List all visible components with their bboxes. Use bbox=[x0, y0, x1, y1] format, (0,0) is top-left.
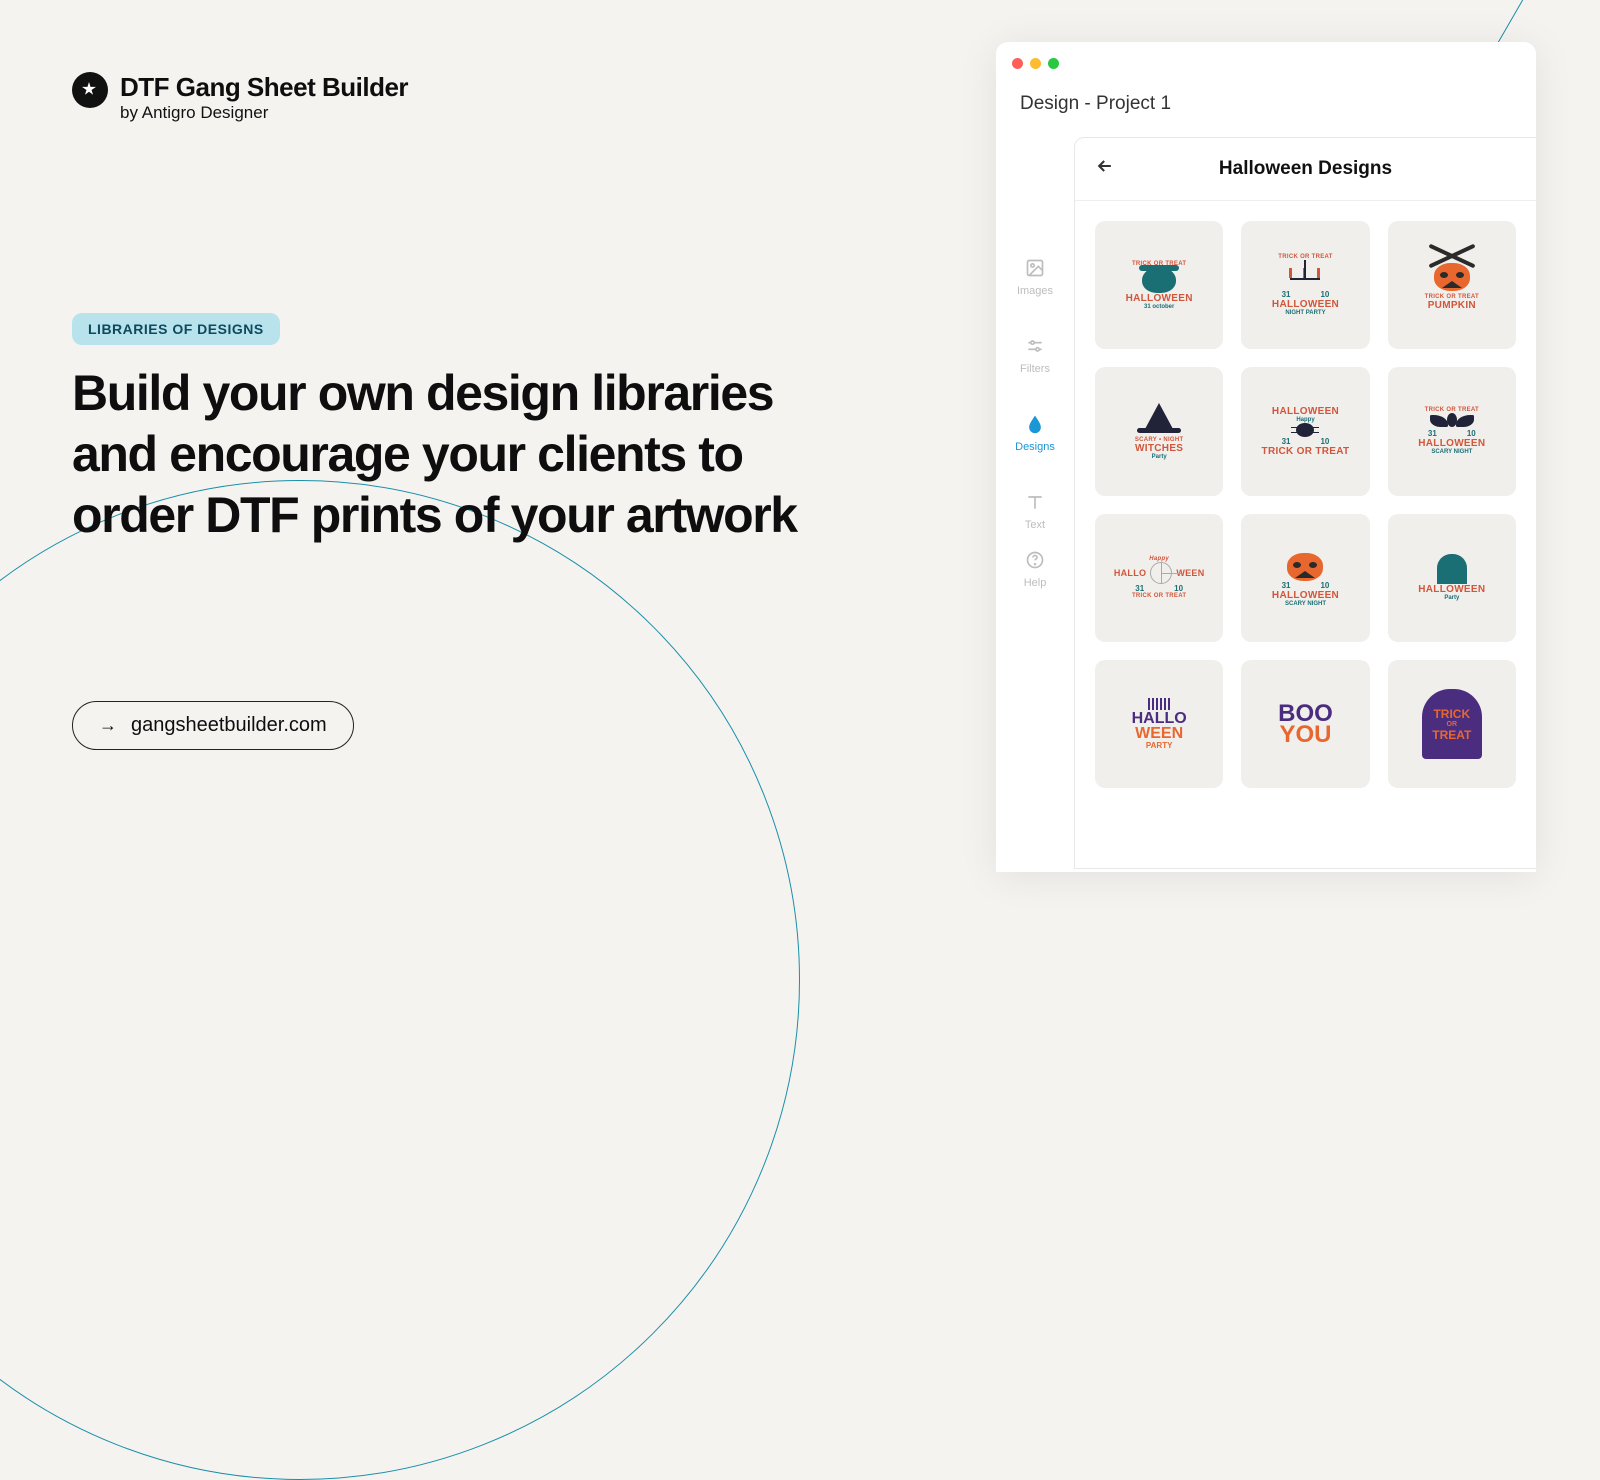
sidebar-label: Filters bbox=[1020, 363, 1050, 375]
text-icon bbox=[1024, 491, 1046, 513]
arrow-right-icon: → bbox=[99, 715, 117, 736]
design-tile[interactable]: TRICK OR TREAT PUMPKIN bbox=[1388, 221, 1516, 349]
sidebar-label: Help bbox=[1024, 577, 1047, 589]
design-tile[interactable]: SCARY • NIGHT WITCHES Party bbox=[1095, 367, 1223, 495]
tile-sub-text: 31 october bbox=[1144, 304, 1174, 310]
website-link[interactable]: → gangsheetbuilder.com bbox=[72, 701, 354, 750]
tile-text-line: OR bbox=[1432, 721, 1471, 728]
tile-main-text: HALLOWEEN bbox=[1272, 299, 1339, 310]
feature-badge: LIBRARIES OF DESIGNS bbox=[72, 313, 280, 345]
tile-main-text: HALLOWEEN bbox=[1272, 590, 1339, 601]
tile-main-text: HALLOWEEN bbox=[1418, 438, 1485, 449]
pumpkin-icon bbox=[1287, 553, 1323, 581]
brand-header: DTF Gang Sheet Builder by Antigro Design… bbox=[72, 72, 852, 123]
brand-subtitle: by Antigro Designer bbox=[120, 103, 408, 123]
design-tile[interactable]: HALLOWEEN Party bbox=[1388, 514, 1516, 642]
decorative-circle bbox=[0, 480, 800, 1480]
design-tile[interactable]: Happy HALLO WEEN 3110 TRICK OR TREAT bbox=[1095, 514, 1223, 642]
tile-sub-text: Party bbox=[1444, 595, 1459, 601]
sidebar-item-filters[interactable]: Filters bbox=[1020, 335, 1050, 375]
design-tile[interactable]: TRICK OR TREAT 3110 HALLOWEEN SCARY NIGH… bbox=[1388, 367, 1516, 495]
help-icon bbox=[1024, 549, 1046, 571]
design-tile[interactable]: HALLOWEEN Happy 3110 TRICK OR TREAT bbox=[1241, 367, 1369, 495]
arch-icon: TRICK OR TREAT bbox=[1422, 689, 1482, 759]
sliders-icon bbox=[1024, 335, 1046, 357]
tile-dates: 3110 bbox=[1282, 290, 1330, 299]
headline: Build your own design libraries and enco… bbox=[72, 363, 852, 546]
sidebar-label: Images bbox=[1017, 285, 1053, 297]
tile-sub-text: NIGHT PARTY bbox=[1285, 310, 1325, 316]
tombstone-icon bbox=[1437, 554, 1467, 584]
tile-dates: 3110 bbox=[1282, 437, 1330, 446]
sidebar-item-text[interactable]: Text bbox=[1024, 491, 1046, 531]
witch-hat-icon bbox=[1145, 403, 1173, 429]
panel-title: Halloween Designs bbox=[1219, 158, 1392, 180]
web-icon bbox=[1150, 562, 1172, 584]
tile-sub-text: Party bbox=[1152, 454, 1167, 460]
tile-main-text: PUMPKIN bbox=[1428, 300, 1476, 311]
sidebar-label: Designs bbox=[1015, 441, 1055, 453]
tile-dates: 3110 bbox=[1428, 429, 1476, 438]
design-tile[interactable]: TRICK OR TREAT 3110 HALLOWEEN NIGHT PART… bbox=[1241, 221, 1369, 349]
tile-text-line: YOU bbox=[1279, 721, 1331, 748]
tile-sub-text: SCARY NIGHT bbox=[1431, 449, 1472, 455]
design-tile[interactable]: 3110 HALLOWEEN SCARY NIGHT bbox=[1241, 514, 1369, 642]
tile-sub-text: PARTY bbox=[1146, 741, 1173, 750]
sidebar-label: Text bbox=[1025, 519, 1045, 531]
tile-main-text: HALLOWEEN bbox=[1418, 584, 1485, 595]
window-title: Design - Project 1 bbox=[996, 79, 1536, 137]
designs-panel: Halloween Designs TRICK OR TREAT HALLOWE… bbox=[1074, 137, 1536, 869]
droplet-icon bbox=[1024, 413, 1046, 435]
design-tile[interactable]: TRICK OR TREAT bbox=[1388, 660, 1516, 788]
sidebar-item-designs[interactable]: Designs bbox=[1015, 413, 1055, 453]
sidebar: Images Filters Designs Text bbox=[996, 137, 1074, 869]
tile-main-text: WITCHES bbox=[1135, 443, 1183, 454]
sidebar-item-help[interactable]: Help bbox=[1024, 549, 1047, 589]
panel-header: Halloween Designs bbox=[1075, 138, 1536, 201]
back-button[interactable] bbox=[1095, 156, 1115, 182]
design-tile[interactable]: HALLO WEEN PARTY bbox=[1095, 660, 1223, 788]
cauldron-icon bbox=[1142, 267, 1176, 293]
tile-main-text: HALLOWEEN bbox=[1126, 293, 1193, 304]
window-controls[interactable] bbox=[996, 42, 1536, 79]
sidebar-item-images[interactable]: Images bbox=[1017, 257, 1053, 297]
tile-dates: 3110 bbox=[1282, 581, 1330, 590]
design-grid: TRICK OR TREAT HALLOWEEN 31 october TRIC… bbox=[1075, 201, 1536, 808]
spider-icon bbox=[1296, 423, 1314, 437]
arrow-left-icon bbox=[1095, 156, 1115, 176]
window-minimize-icon[interactable] bbox=[1030, 58, 1041, 69]
tile-dates: 3110 bbox=[1135, 584, 1183, 593]
window-maximize-icon[interactable] bbox=[1048, 58, 1059, 69]
brand-title: DTF Gang Sheet Builder bbox=[120, 72, 408, 103]
tile-main-text: TRICK OR TREAT bbox=[1262, 446, 1350, 457]
chandelier-icon bbox=[1285, 260, 1325, 290]
brand-logo-icon bbox=[72, 72, 108, 108]
tile-text-line: TRICK bbox=[1432, 707, 1471, 721]
tile-top-text: HALLOWEEN bbox=[1272, 406, 1339, 417]
design-tile[interactable]: BOO YOU bbox=[1241, 660, 1369, 788]
tile-text-line: TREAT bbox=[1432, 728, 1471, 742]
fence-icon bbox=[1148, 698, 1170, 710]
website-url: gangsheetbuilder.com bbox=[131, 714, 327, 737]
window-close-icon[interactable] bbox=[1012, 58, 1023, 69]
pumpkin-icon bbox=[1434, 263, 1470, 291]
tile-sub-text: SCARY NIGHT bbox=[1285, 601, 1326, 607]
bat-icon bbox=[1430, 413, 1474, 429]
tile-text-line: WEEN bbox=[1135, 727, 1183, 741]
design-tile[interactable]: TRICK OR TREAT HALLOWEEN 31 october bbox=[1095, 221, 1223, 349]
app-window: Design - Project 1 Images Filters De bbox=[996, 42, 1536, 872]
image-icon bbox=[1024, 257, 1046, 279]
tile-sub-text: TRICK OR TREAT bbox=[1132, 593, 1186, 599]
